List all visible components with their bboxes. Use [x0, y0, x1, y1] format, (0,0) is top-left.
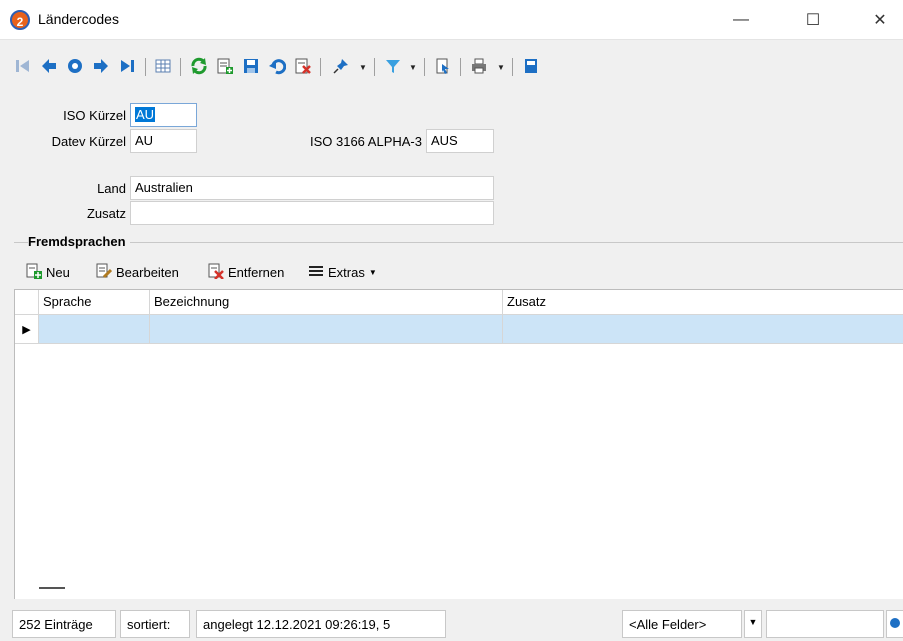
zusatz-label: Zusatz: [86, 206, 126, 221]
iso-kuerzel-value: AU: [135, 107, 156, 122]
edit-language-button[interactable]: Bearbeiten: [96, 259, 179, 285]
toolbar-separator: [145, 58, 146, 76]
print-icon[interactable]: [468, 55, 490, 77]
undo-icon[interactable]: [266, 55, 288, 77]
window-title: Ländercodes: [38, 11, 119, 27]
print-dropdown-icon[interactable]: ▼: [496, 58, 506, 76]
land-label: Land: [97, 181, 126, 196]
current-row-arrow-icon: ▶: [15, 315, 39, 344]
search-input[interactable]: [766, 610, 884, 638]
new-icon: [26, 263, 42, 282]
extras-menu-button[interactable]: Extras ▼: [308, 259, 377, 285]
cell-bezeichnung[interactable]: [150, 315, 503, 344]
row-indicator-header: [15, 290, 39, 315]
datev-kuerzel-input[interactable]: AU: [130, 129, 197, 153]
iso-kuerzel-label: ISO Kürzel: [63, 108, 126, 123]
remove-language-label: Entfernen: [228, 264, 285, 280]
search-record-icon[interactable]: [64, 55, 86, 77]
group-divider: [14, 242, 903, 243]
cell-zusatz[interactable]: [503, 315, 903, 344]
minimize-button[interactable]: —: [718, 0, 764, 40]
created-status: angelegt 12.12.2021 09:26:19, 5: [196, 610, 446, 638]
pin-dropdown-icon[interactable]: ▼: [358, 58, 368, 76]
dash-icon: [39, 587, 65, 589]
toolbar-separator: [320, 58, 321, 76]
save-layout-icon[interactable]: [520, 55, 542, 77]
extras-label: Extras: [328, 264, 365, 280]
refresh-icon[interactable]: [188, 55, 210, 77]
previous-record-icon[interactable]: [38, 55, 60, 77]
field-filter-select[interactable]: <Alle Felder>: [622, 610, 742, 638]
zusatz-input[interactable]: [130, 201, 494, 225]
main-toolbar: ▼ ▼ ▼: [0, 52, 903, 82]
delete-icon[interactable]: [292, 55, 314, 77]
land-input[interactable]: Australien: [130, 176, 494, 200]
next-record-icon[interactable]: [90, 55, 112, 77]
sort-status: sortiert:: [120, 610, 190, 638]
close-button[interactable]: ✕: [857, 0, 903, 40]
datev-kuerzel-label: Datev Kürzel: [51, 134, 126, 149]
field-filter-dropdown-icon[interactable]: ▼: [744, 610, 762, 638]
first-record-icon[interactable]: [12, 55, 34, 77]
maximize-button[interactable]: ☐: [790, 0, 836, 40]
edit-language-label: Bearbeiten: [116, 264, 179, 280]
alpha3-label: ISO 3166 ALPHA-3: [309, 134, 422, 149]
new-language-label: Neu: [46, 264, 70, 280]
edit-icon: [96, 263, 113, 282]
last-record-icon[interactable]: [116, 55, 138, 77]
fremdsprachen-grid[interactable]: Sprache Bezeichnung Zusatz ▶: [14, 289, 903, 599]
toolbar-separator: [512, 58, 513, 76]
toolbar-separator: [424, 58, 425, 76]
toolbar-separator: [180, 58, 181, 76]
iso-kuerzel-input[interactable]: AU: [130, 103, 197, 127]
record-count: 252 Einträge: [12, 610, 116, 638]
filter-icon[interactable]: [382, 55, 404, 77]
export-icon[interactable]: [432, 55, 454, 77]
alpha3-input[interactable]: AUS: [426, 129, 494, 153]
title-bar: 2 Ländercodes — ☐ ✕: [0, 0, 903, 40]
fremdsprachen-title: Fremdsprachen: [28, 234, 130, 249]
cell-sprache[interactable]: [39, 315, 150, 344]
column-header-zusatz[interactable]: Zusatz: [503, 290, 903, 315]
new-record-icon[interactable]: [214, 55, 236, 77]
remove-icon: [208, 263, 224, 282]
remove-language-button[interactable]: Entfernen: [208, 259, 284, 285]
menu-icon: [308, 264, 324, 281]
grid-footer: [15, 575, 903, 599]
new-language-button[interactable]: Neu: [26, 259, 70, 285]
column-header-bezeichnung[interactable]: Bezeichnung: [150, 290, 503, 315]
column-header-sprache[interactable]: Sprache: [39, 290, 150, 315]
chevron-down-icon: ▼: [368, 267, 377, 277]
table-view-icon[interactable]: [152, 55, 174, 77]
toolbar-separator: [460, 58, 461, 76]
toolbar-separator: [374, 58, 375, 76]
pin-icon[interactable]: [330, 55, 352, 77]
fremdsprachen-toolbar: Neu Bearbeiten Entfernen Extras ▼: [14, 259, 903, 285]
app-icon: 2: [10, 10, 30, 30]
search-icon[interactable]: [886, 610, 903, 638]
save-icon[interactable]: [240, 55, 262, 77]
status-bar: 252 Einträge sortiert: angelegt 12.12.20…: [0, 607, 903, 641]
filter-dropdown-icon[interactable]: ▼: [408, 58, 418, 76]
